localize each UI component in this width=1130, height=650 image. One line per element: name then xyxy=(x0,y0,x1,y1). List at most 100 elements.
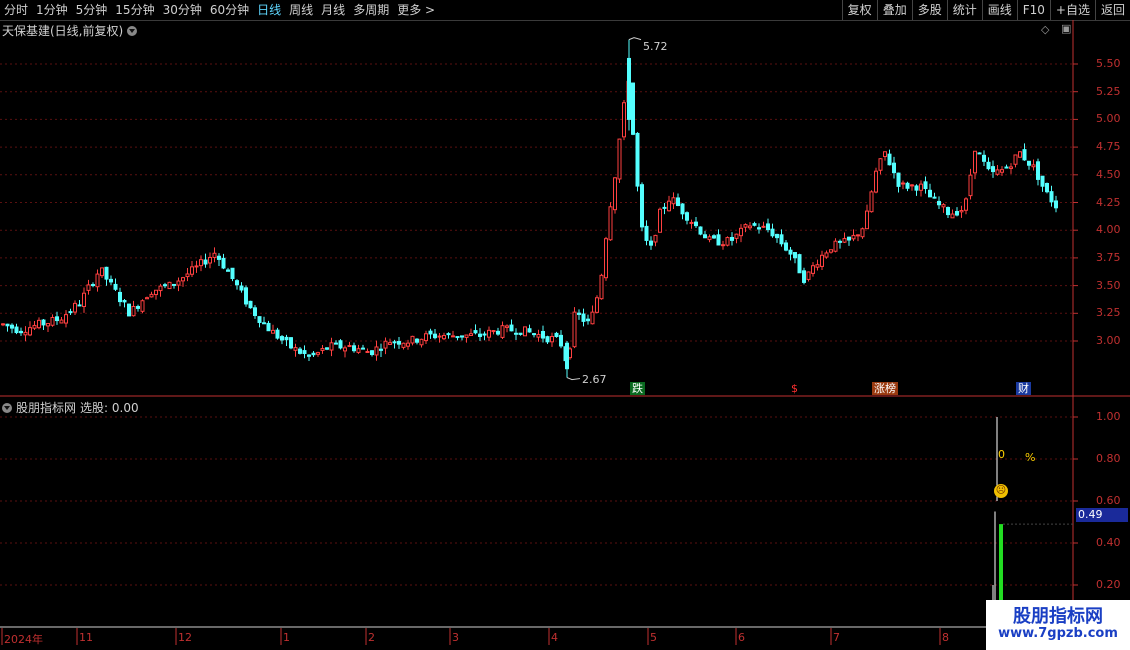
candle-down xyxy=(334,342,338,345)
candle-up xyxy=(595,297,599,313)
candle-up xyxy=(410,335,415,344)
candle-down xyxy=(712,235,716,239)
y-tick-label: 4.25 xyxy=(1096,195,1121,209)
candle-up xyxy=(419,338,424,346)
candle-down xyxy=(532,333,536,336)
candle-down xyxy=(914,185,919,191)
event-badge-drop[interactable]: 跌 xyxy=(630,382,645,395)
x-axis-label: 2 xyxy=(368,631,375,644)
candle-down xyxy=(640,184,644,228)
candle-down xyxy=(352,345,356,352)
y-tick-label: 4.75 xyxy=(1096,140,1121,154)
event-badge-dollar[interactable]: $ xyxy=(789,382,800,395)
event-badge-limit-up[interactable]: 涨榜 xyxy=(872,382,898,395)
candle-down xyxy=(230,267,235,280)
candle-down xyxy=(266,322,271,332)
candle-up xyxy=(910,184,914,187)
candle-up xyxy=(343,347,347,352)
candle-down xyxy=(1027,160,1031,166)
candle-down xyxy=(275,329,280,339)
candle-up xyxy=(536,333,541,338)
x-axis-label: 3 xyxy=(452,631,459,644)
candle-up xyxy=(653,234,658,243)
candle-up xyxy=(1018,151,1022,158)
candle-up xyxy=(604,238,608,279)
candle-up xyxy=(667,200,671,212)
candle-up xyxy=(23,331,28,336)
x-axis-label: 6 xyxy=(738,631,745,644)
sub-y-tick-label: 0.20 xyxy=(1096,578,1121,591)
y-tick-label: 3.75 xyxy=(1096,250,1121,264)
candle-down xyxy=(248,300,253,309)
candle-down xyxy=(262,322,266,325)
candle-down xyxy=(680,203,685,215)
x-axis-label: 1 xyxy=(283,631,290,644)
candle-down xyxy=(730,236,734,241)
event-badge-finance[interactable]: 财 xyxy=(1016,382,1031,395)
candle-down xyxy=(887,153,892,166)
y-tick-label: 3.25 xyxy=(1096,306,1121,320)
kline-chart[interactable] xyxy=(0,0,1130,650)
candle-up xyxy=(941,204,946,208)
candle-down xyxy=(289,337,293,349)
candle-up xyxy=(176,280,181,286)
candle-up xyxy=(1031,164,1036,168)
candle-down xyxy=(172,283,176,286)
candle-up xyxy=(365,351,370,354)
candle-up xyxy=(149,293,154,298)
candle-up xyxy=(442,334,446,340)
sub-y-tick-label: 0.60 xyxy=(1096,494,1121,507)
candle-down xyxy=(946,207,950,216)
candle-down xyxy=(847,236,851,241)
y-tick-label: 5.25 xyxy=(1096,84,1121,98)
candle-up xyxy=(190,266,194,275)
candle-up xyxy=(59,319,64,324)
candle-up xyxy=(167,281,172,290)
candle-up xyxy=(829,249,833,253)
candle-down xyxy=(136,306,140,309)
candle-up xyxy=(599,274,604,300)
candle-down xyxy=(77,304,82,307)
candle-down xyxy=(370,350,374,356)
y-tick-label: 3.00 xyxy=(1096,334,1121,347)
candle-down xyxy=(104,266,109,280)
candle-down xyxy=(518,332,523,335)
candle-down xyxy=(257,316,262,323)
candle-down xyxy=(478,333,482,337)
candle-down xyxy=(1054,200,1058,209)
candle-up xyxy=(505,325,509,328)
candle-up xyxy=(725,237,730,246)
candle-up xyxy=(959,210,964,213)
diamond-icon[interactable]: ◇ xyxy=(1041,23,1049,36)
candle-down xyxy=(527,328,532,333)
high-price-label: 5.72 xyxy=(643,40,668,53)
candle-down xyxy=(217,255,221,260)
candle-down xyxy=(325,347,329,350)
candle-down xyxy=(514,332,518,335)
x-axis-label: 2024年 xyxy=(4,633,43,646)
candle-up xyxy=(37,319,41,329)
candle-up xyxy=(383,340,388,349)
candle-up xyxy=(320,348,325,351)
candle-down xyxy=(635,132,640,187)
candle-down xyxy=(896,172,901,187)
candle-up xyxy=(491,330,496,333)
panel-toggle-icon[interactable]: ▣ xyxy=(1061,22,1071,35)
candle-up xyxy=(185,273,190,278)
candle-up xyxy=(469,333,473,336)
candle-up xyxy=(824,252,829,258)
candle-down xyxy=(554,332,559,338)
candle-down xyxy=(307,354,311,357)
candle-up xyxy=(869,191,874,213)
candle-up xyxy=(145,297,149,300)
candle-down xyxy=(122,300,127,303)
low-price-label: 2.67 xyxy=(582,373,607,386)
annotation-percent: % xyxy=(1025,451,1036,464)
x-axis-label: 5 xyxy=(650,631,657,644)
candle-up xyxy=(721,244,725,247)
candle-up xyxy=(608,206,613,241)
candle-up xyxy=(689,221,694,224)
candle-up xyxy=(100,267,104,277)
x-axis-label: 11 xyxy=(79,631,93,644)
candle-down xyxy=(565,342,569,370)
